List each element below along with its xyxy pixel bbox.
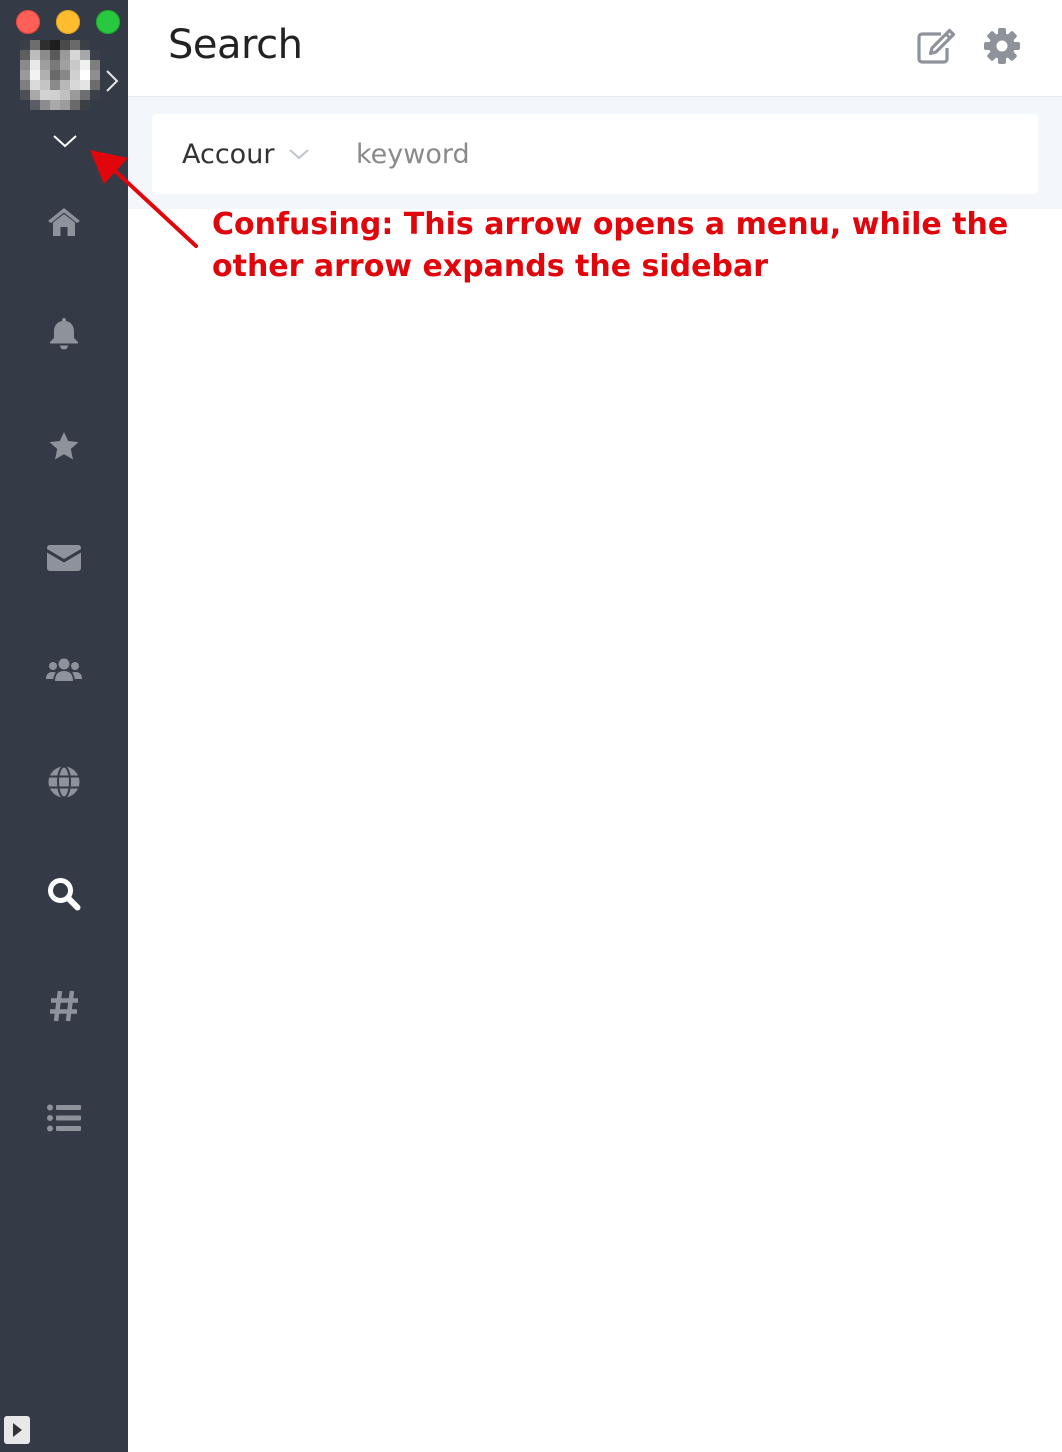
- avatar-pixel: [30, 80, 40, 90]
- avatar-pixel: [20, 80, 30, 90]
- home-icon: [48, 208, 80, 236]
- chevron-down-icon: [289, 149, 310, 160]
- avatar-pixel: [90, 60, 100, 70]
- sidebar-item-home[interactable]: [40, 198, 88, 246]
- page-title: Search: [168, 22, 303, 68]
- avatar-pixel: [40, 70, 50, 80]
- sidebar: [0, 0, 128, 1452]
- avatar-pixel: [50, 80, 60, 90]
- search-icon: [48, 878, 81, 911]
- window-minimize-button[interactable]: [56, 10, 80, 34]
- gear-icon: [984, 28, 1020, 64]
- avatar-pixel: [60, 60, 70, 70]
- avatar-pixel: [70, 90, 80, 100]
- avatar-pixel: [80, 90, 90, 100]
- avatar-pixel: [50, 40, 60, 50]
- play-icon: [13, 1423, 22, 1437]
- chevron-down-icon[interactable]: [52, 132, 78, 150]
- avatar-pixel: [20, 100, 30, 110]
- compose-icon: [917, 28, 956, 64]
- avatar-pixel: [40, 40, 50, 50]
- avatar-pixel: [90, 40, 100, 50]
- avatar-pixel: [90, 100, 100, 110]
- sidebar-item-notifications[interactable]: [40, 309, 88, 357]
- keyword-input[interactable]: [356, 134, 996, 174]
- avatar-pixel: [30, 90, 40, 100]
- avatar-pixel: [30, 60, 40, 70]
- avatar-pixel: [60, 40, 70, 50]
- avatar-pixel: [70, 50, 80, 60]
- avatar-pixel: [50, 90, 60, 100]
- account-select[interactable]: Accour: [182, 136, 310, 172]
- settings-button[interactable]: [982, 26, 1022, 66]
- avatar-pixel: [30, 40, 40, 50]
- avatar-pixel: [50, 50, 60, 60]
- avatar-pixel: [60, 80, 70, 90]
- avatar-pixel: [50, 60, 60, 70]
- sidebar-item-hashtags[interactable]: [40, 982, 88, 1030]
- avatar-pixel: [70, 70, 80, 80]
- avatar-pixel: [30, 70, 40, 80]
- avatar-pixel: [20, 50, 30, 60]
- sidebar-item-explore[interactable]: [40, 758, 88, 806]
- avatar-pixel: [20, 70, 30, 80]
- window-maximize-button[interactable]: [96, 10, 120, 34]
- users-icon: [46, 658, 82, 681]
- avatar-pixel: [80, 50, 90, 60]
- avatar-pixel: [40, 60, 50, 70]
- avatar-pixel: [70, 80, 80, 90]
- sidebar-item-favorites[interactable]: [40, 422, 88, 470]
- list-icon: [47, 1104, 81, 1132]
- avatar-pixel: [70, 100, 80, 110]
- avatar-pixel: [60, 90, 70, 100]
- star-icon: [49, 432, 79, 460]
- avatar-pixel: [20, 60, 30, 70]
- search-form: Accour: [152, 114, 1038, 194]
- avatar-pixel: [20, 40, 30, 50]
- bell-icon: [50, 318, 78, 350]
- avatar-pixel: [60, 50, 70, 60]
- sidebar-toggle-button[interactable]: [4, 1416, 30, 1444]
- avatar-pixel: [80, 80, 90, 90]
- avatar-pixel: [50, 70, 60, 80]
- avatar-pixel: [80, 60, 90, 70]
- hashtag-icon: [50, 990, 78, 1022]
- app-window: Search Accour keyword Confusing: This ar…: [0, 0, 1062, 1452]
- avatar-pixel: [80, 100, 90, 110]
- window-close-button[interactable]: [16, 10, 40, 34]
- avatar-pixel: [30, 100, 40, 110]
- sidebar-item-search[interactable]: [40, 870, 88, 918]
- avatar-pixel: [40, 100, 50, 110]
- avatar-pixel: [20, 90, 30, 100]
- avatar-pixel: [90, 70, 100, 80]
- sidebar-item-lists[interactable]: [40, 1094, 88, 1142]
- page-header: Search: [128, 0, 1062, 97]
- search-bar-area: Accour: [128, 97, 1062, 209]
- envelope-icon: [47, 545, 81, 571]
- globe-icon: [48, 765, 80, 799]
- avatar-pixel: [90, 80, 100, 90]
- chevron-right-icon[interactable]: [104, 68, 120, 94]
- avatar-pixel: [40, 50, 50, 60]
- avatar-pixel: [40, 90, 50, 100]
- avatar-pixel: [80, 40, 90, 50]
- avatar-pixel: [60, 100, 70, 110]
- avatar-pixel: [30, 50, 40, 60]
- avatar-pixel: [40, 80, 50, 90]
- avatar-pixel: [60, 70, 70, 80]
- avatar[interactable]: [20, 40, 100, 110]
- avatar-pixel: [80, 70, 90, 80]
- annotation-text: Confusing: This arrow opens a menu, whil…: [212, 207, 1009, 284]
- account-select-label: Accour: [182, 138, 275, 170]
- compose-button[interactable]: [916, 26, 956, 66]
- avatar-pixel: [90, 50, 100, 60]
- avatar-pixel: [50, 100, 60, 110]
- avatar-pixel: [90, 90, 100, 100]
- sidebar-item-people[interactable]: [40, 646, 88, 694]
- avatar-pixel: [70, 60, 80, 70]
- avatar-pixel: [70, 40, 80, 50]
- sidebar-item-messages[interactable]: [40, 534, 88, 582]
